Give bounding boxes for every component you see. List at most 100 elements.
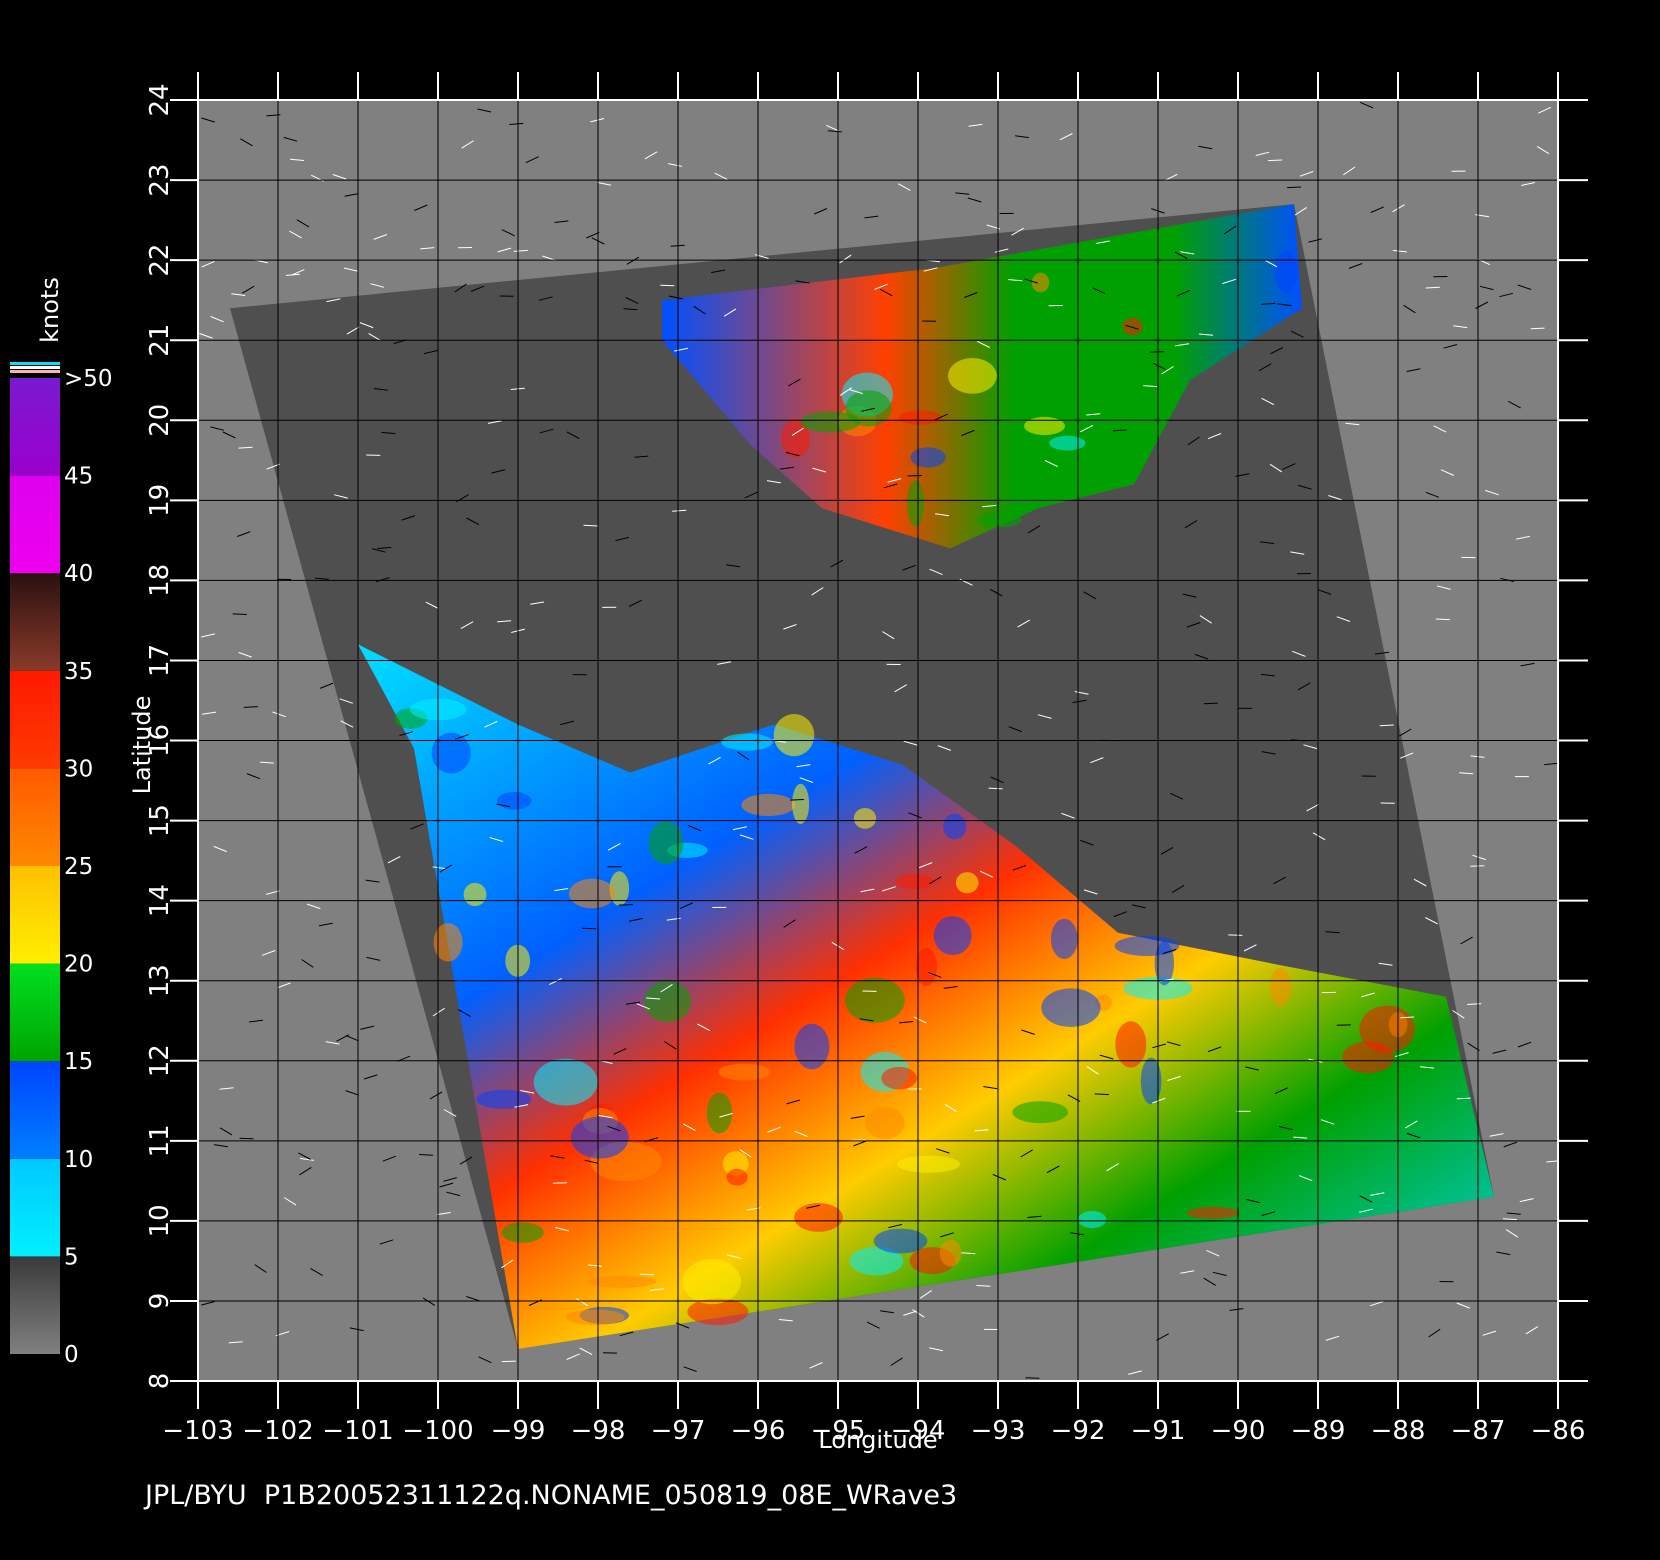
lon-tick-label: −89 (1291, 1416, 1346, 1446)
colorbar-segment (10, 475, 60, 574)
wind-cell (706, 1092, 733, 1134)
wind-cell (431, 732, 471, 774)
lat-tick-label: 20 (145, 404, 175, 437)
wind-cell (933, 916, 972, 956)
wind-cell (1024, 416, 1065, 436)
wind-barb (907, 475, 922, 477)
colorbar-top-strip-pink (10, 370, 60, 373)
colorbar-top-strip-cyan (10, 362, 60, 365)
wind-cell (794, 1023, 830, 1070)
wind-cell (792, 783, 810, 825)
wind-barb (1286, 186, 1302, 189)
wind-barb (1025, 1377, 1040, 1379)
wind-cell (773, 714, 815, 757)
wind-barb (501, 1360, 516, 1363)
footer-credit: JPL/BYU (145, 1480, 247, 1511)
wind-cell (845, 390, 892, 427)
wind-barb (553, 1182, 568, 1184)
colorbar-label: >50 (64, 366, 113, 392)
wind-cell (566, 1309, 625, 1325)
wind-barb (1470, 865, 1485, 867)
wind-cell (1049, 435, 1086, 451)
colorbar-segment (10, 768, 60, 866)
colorbar-label: 40 (64, 561, 93, 587)
wind-cell (1122, 317, 1143, 336)
footer-caption: JPL/BYU P1B20052311122q.NONAME_050819_08… (145, 1480, 957, 1511)
lat-tick-label: 12 (145, 1044, 175, 1077)
wind-barb (1557, 288, 1558, 290)
x-axis-title: Longitude (818, 1426, 937, 1454)
lon-tick-label: −86 (1531, 1416, 1586, 1446)
wind-barb (789, 799, 804, 801)
colorbar-label: 35 (64, 659, 93, 685)
lon-tick-label: −102 (242, 1416, 313, 1446)
wind-cell (497, 792, 532, 810)
wind-cell (794, 1203, 843, 1232)
lat-tick-label: 19 (145, 484, 175, 517)
wind-cell (899, 410, 942, 425)
lon-tick-label: −97 (651, 1416, 706, 1446)
wind-cell (1041, 988, 1101, 1027)
colorbar-segment (10, 963, 60, 1062)
lon-tick-label: −91 (1131, 1416, 1186, 1446)
wind-barb (1228, 934, 1243, 936)
wind-cell (910, 447, 946, 468)
lon-tick-label: −96 (731, 1416, 786, 1446)
wind-barb (1268, 159, 1283, 162)
wind-cell (568, 878, 616, 909)
lon-tick-label: −98 (571, 1416, 626, 1446)
wind-cell (1359, 1005, 1415, 1053)
lon-tick-label: −101 (322, 1416, 393, 1446)
lat-tick-label: 23 (145, 164, 175, 197)
colorbar-segment (10, 866, 60, 964)
lon-tick-label: −100 (402, 1416, 473, 1446)
wind-barb (1112, 429, 1127, 432)
wind-cell (741, 793, 795, 817)
colorbar-segment (10, 573, 60, 671)
lon-tick-label: −87 (1451, 1416, 1506, 1446)
wind-cell (977, 512, 1022, 528)
colorbar-top-strip-white (10, 366, 60, 369)
colorbar-label: 10 (64, 1147, 93, 1173)
y-axis-title: Latitude (128, 696, 156, 795)
wind-cell (955, 872, 979, 894)
wind-barb (976, 1285, 991, 1287)
wind-cell (865, 1106, 905, 1140)
lat-tick-label: 11 (145, 1124, 175, 1157)
lon-tick-label: −92 (1051, 1416, 1106, 1446)
wind-barb (1149, 351, 1164, 353)
wind-cell (570, 1116, 629, 1159)
wind-barb (1456, 1097, 1471, 1100)
colorbar-label: 25 (64, 854, 93, 880)
wind-barb (239, 1137, 254, 1140)
wind-cell (943, 813, 967, 840)
wind-cell (1012, 1101, 1068, 1124)
colorbar-label: 15 (64, 1049, 93, 1075)
wind-cell (463, 882, 487, 907)
wind-barb (1435, 618, 1450, 621)
wind-cell (682, 1259, 741, 1305)
lat-tick-label: 17 (145, 644, 175, 677)
lon-tick-label: −88 (1371, 1416, 1426, 1446)
wind-cell (1050, 918, 1078, 960)
wind-cell (896, 1155, 961, 1173)
wind-cell (587, 1275, 657, 1288)
colorbar-label: 45 (64, 464, 93, 490)
lat-tick-label: 8 (145, 1373, 175, 1390)
wind-cell (907, 480, 925, 527)
lat-tick-label: 13 (145, 964, 175, 997)
lat-tick-label: 22 (145, 244, 175, 277)
colorbar-segment (10, 378, 60, 476)
wind-cell (844, 977, 905, 1023)
colorbar-segment (10, 1061, 60, 1159)
colorbar-label: 30 (64, 756, 93, 782)
wind-barb (232, 613, 247, 615)
lat-tick-label: 18 (145, 564, 175, 597)
footer-product-id: P1B20052311122q.NONAME_050819_08E_WRave3 (263, 1480, 958, 1511)
wind-cell (939, 1239, 962, 1267)
colorbar-segment (10, 1158, 60, 1257)
lat-tick-label: 15 (145, 804, 175, 837)
lat-tick-label: 21 (145, 324, 175, 357)
wind-cell (1186, 1206, 1240, 1219)
wind-barb (1203, 702, 1219, 705)
